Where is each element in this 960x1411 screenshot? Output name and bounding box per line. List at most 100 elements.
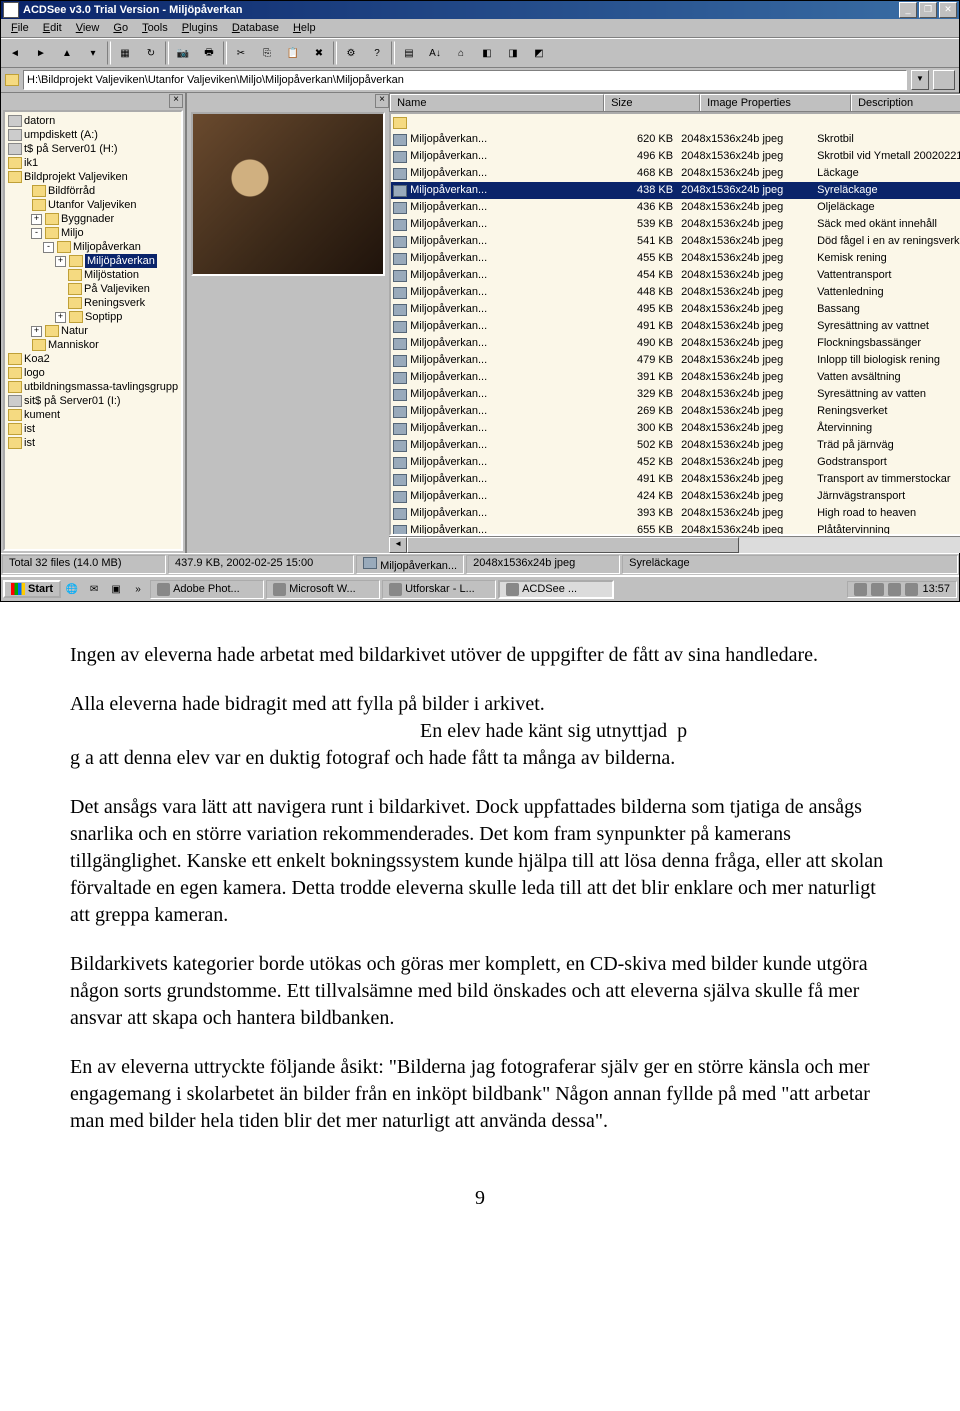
- menu-go[interactable]: Go: [107, 21, 134, 35]
- tree-item[interactable]: Bildprojekt Valjeviken: [7, 170, 179, 184]
- tree-item[interactable]: +Natur: [7, 324, 179, 338]
- tree-item[interactable]: -Miljopåverkan: [7, 240, 179, 254]
- filter-button[interactable]: ▤: [397, 41, 421, 65]
- tree-item[interactable]: Reningsverk: [7, 296, 179, 310]
- tray-icon[interactable]: [854, 583, 867, 596]
- file-row[interactable]: Miljopåverkan...479 KB2048x1536x24b jpeg…: [391, 352, 960, 369]
- tree-item[interactable]: ist: [7, 422, 179, 436]
- parent-folder-row[interactable]: [391, 114, 960, 131]
- column-size[interactable]: Size: [604, 94, 700, 111]
- column-desc[interactable]: Description: [851, 94, 960, 111]
- file-row[interactable]: Miljopåverkan...491 KB2048x1536x24b jpeg…: [391, 471, 960, 488]
- file-row[interactable]: Miljopåverkan...455 KB2048x1536x24b jpeg…: [391, 250, 960, 267]
- tree-item[interactable]: logo: [7, 366, 179, 380]
- file-row[interactable]: Miljopåverkan...448 KB2048x1536x24b jpeg…: [391, 284, 960, 301]
- horizontal-scrollbar[interactable]: ◄►: [389, 536, 960, 553]
- scroll-left-icon[interactable]: ◄: [389, 537, 407, 553]
- file-row[interactable]: Miljopåverkan...541 KB2048x1536x24b jpeg…: [391, 233, 960, 250]
- tool-button[interactable]: ◩: [527, 41, 551, 65]
- task-button[interactable]: ACDSee ...: [498, 580, 614, 599]
- file-row[interactable]: Miljopåverkan...424 KB2048x1536x24b jpeg…: [391, 488, 960, 505]
- file-row[interactable]: Miljopåverkan...491 KB2048x1536x24b jpeg…: [391, 318, 960, 335]
- tree-item[interactable]: umpdiskett (A:): [7, 128, 179, 142]
- tree-item[interactable]: Koa2: [7, 352, 179, 366]
- sort-button[interactable]: A↓: [423, 41, 447, 65]
- tree-item[interactable]: Utanfor Valjeviken: [7, 198, 179, 212]
- file-row[interactable]: Miljopåverkan...452 KB2048x1536x24b jpeg…: [391, 454, 960, 471]
- tree-item[interactable]: -Miljo: [7, 226, 179, 240]
- tree-item[interactable]: kument: [7, 408, 179, 422]
- tree-item[interactable]: Miljöstation: [7, 268, 179, 282]
- tree-item[interactable]: Bildförråd: [7, 184, 179, 198]
- system-tray[interactable]: 13:57: [847, 581, 957, 598]
- tree-item[interactable]: ik1: [7, 156, 179, 170]
- file-row[interactable]: Miljopåverkan...502 KB2048x1536x24b jpeg…: [391, 437, 960, 454]
- close-icon[interactable]: ×: [169, 94, 183, 108]
- file-row[interactable]: Miljopåverkan...329 KB2048x1536x24b jpeg…: [391, 386, 960, 403]
- expand-icon[interactable]: +: [31, 326, 42, 337]
- file-row[interactable]: Miljopåverkan...496 KB2048x1536x24b jpeg…: [391, 148, 960, 165]
- address-field[interactable]: H:\Bildprojekt Valjeviken\Utanfor Valjev…: [23, 70, 907, 90]
- scroll-thumb[interactable]: [407, 537, 739, 553]
- expand-icon[interactable]: -: [43, 242, 54, 253]
- tree-item[interactable]: sit$ på Server01 (I:): [7, 394, 179, 408]
- delete-button[interactable]: ✖: [307, 41, 331, 65]
- folder-tree[interactable]: datornumpdiskett (A:)t$ på Server01 (H:)…: [3, 110, 183, 551]
- column-props[interactable]: Image Properties: [700, 94, 851, 111]
- menu-file[interactable]: File: [5, 21, 35, 35]
- forward-button[interactable]: ►: [29, 41, 53, 65]
- tray-icon[interactable]: [905, 583, 918, 596]
- file-row[interactable]: Miljopåverkan...655 KB2048x1536x24b jpeg…: [391, 522, 960, 536]
- file-row[interactable]: Miljopåverkan...454 KB2048x1536x24b jpeg…: [391, 267, 960, 284]
- tree-item[interactable]: Manniskor: [7, 338, 179, 352]
- tree-item[interactable]: +Byggnader: [7, 212, 179, 226]
- file-row[interactable]: Miljopåverkan...495 KB2048x1536x24b jpeg…: [391, 301, 960, 318]
- tree-item[interactable]: +Soptipp: [7, 310, 179, 324]
- task-button[interactable]: Utforskar - L...: [382, 580, 496, 599]
- back-button[interactable]: ◄: [3, 41, 27, 65]
- tree-item[interactable]: t$ på Server01 (H:): [7, 142, 179, 156]
- task-button[interactable]: Adobe Phot...: [150, 580, 264, 599]
- file-row[interactable]: Miljopåverkan...490 KB2048x1536x24b jpeg…: [391, 335, 960, 352]
- cut-button[interactable]: ✂: [229, 41, 253, 65]
- tray-icon[interactable]: [888, 583, 901, 596]
- address-dropdown[interactable]: ▼: [911, 70, 929, 90]
- quicklaunch-icon[interactable]: ✉: [84, 579, 104, 599]
- menu-plugins[interactable]: Plugins: [176, 21, 224, 35]
- copy-button[interactable]: ⎘: [255, 41, 279, 65]
- thumb-button[interactable]: ▦: [113, 41, 137, 65]
- tree-item[interactable]: ist: [7, 436, 179, 450]
- quicklaunch-icon[interactable]: 🌐: [62, 579, 82, 599]
- help-button[interactable]: ?: [365, 41, 389, 65]
- start-button[interactable]: Start: [3, 580, 61, 598]
- menu-database[interactable]: Database: [226, 21, 285, 35]
- menu-tools[interactable]: Tools: [136, 21, 174, 35]
- file-row[interactable]: Miljopåverkan...436 KB2048x1536x24b jpeg…: [391, 199, 960, 216]
- file-row[interactable]: Miljopåverkan...468 KB2048x1536x24b jpeg…: [391, 165, 960, 182]
- tree-item[interactable]: utbildningsmassa-tavlingsgrupp: [7, 380, 179, 394]
- quicklaunch-icon[interactable]: ▣: [106, 579, 126, 599]
- menu-view[interactable]: View: [70, 21, 106, 35]
- paste-button[interactable]: 📋: [281, 41, 305, 65]
- quicklaunch-expand[interactable]: »: [128, 579, 148, 599]
- file-list[interactable]: Miljopåverkan...620 KB2048x1536x24b jpeg…: [389, 112, 960, 536]
- task-button[interactable]: Microsoft W...: [266, 580, 380, 599]
- menu-edit[interactable]: Edit: [37, 21, 68, 35]
- acquire-button[interactable]: 📷: [171, 41, 195, 65]
- file-row[interactable]: Miljopåverkan...269 KB2048x1536x24b jpeg…: [391, 403, 960, 420]
- file-row[interactable]: Miljopåverkan...620 KB2048x1536x24b jpeg…: [391, 131, 960, 148]
- file-row[interactable]: Miljopåverkan...438 KB2048x1536x24b jpeg…: [391, 182, 960, 199]
- up-button[interactable]: ▲: [55, 41, 79, 65]
- file-row[interactable]: Miljopåverkan...539 KB2048x1536x24b jpeg…: [391, 216, 960, 233]
- file-row[interactable]: Miljopåverkan...391 KB2048x1536x24b jpeg…: [391, 369, 960, 386]
- print-button[interactable]: 🖶: [197, 41, 221, 65]
- options-button[interactable]: ⚙: [339, 41, 363, 65]
- expand-icon[interactable]: -: [31, 228, 42, 239]
- recent-button[interactable]: ▾: [81, 41, 105, 65]
- tree-item[interactable]: På Valjeviken: [7, 282, 179, 296]
- title-bar[interactable]: ACDSee v3.0 Trial Version - Miljöpåverka…: [1, 1, 959, 19]
- tool-button[interactable]: ◧: [475, 41, 499, 65]
- tree-item[interactable]: +Miljöpåverkan: [7, 254, 179, 268]
- expand-icon[interactable]: +: [31, 214, 42, 225]
- close-button[interactable]: ✕: [939, 2, 957, 18]
